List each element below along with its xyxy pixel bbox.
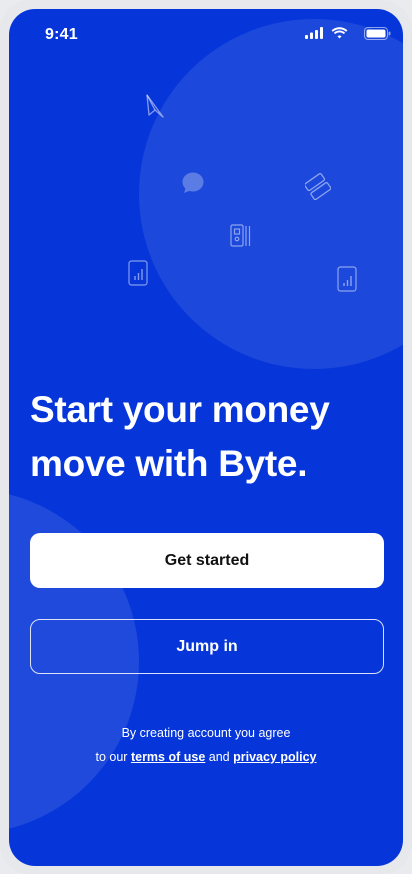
decorative-circle-top [139,19,403,369]
legal-line-1: By creating account you agree [121,726,291,740]
get-started-button[interactable]: Get started [30,533,384,588]
device-frame: 9:41 Start your money move with Byte. Ge… [0,0,412,874]
phone-chart-icon [128,260,148,286]
legal-notice: By creating account you agree to our ter… [9,721,403,769]
legal-and: and [208,750,230,764]
legal-line-2: to our terms of use and privacy policy [9,745,403,769]
onboarding-screen: 9:41 Start your money move with Byte. Ge… [9,9,403,866]
jump-in-button[interactable]: Jump in [30,619,384,674]
wifi-icon [331,27,348,39]
legal-prefix: to our [95,750,128,764]
receipt-icon [230,224,251,247]
send-icon [146,94,164,118]
privacy-policy-link[interactable]: privacy policy [233,750,316,764]
headline: Start your money move with Byte. [30,389,330,484]
phone-chart-icon [337,266,357,292]
status-bar: 9:41 [9,9,403,59]
card-icon [305,173,331,201]
chat-bubble-icon [182,172,204,193]
status-time: 9:41 [45,26,78,43]
signal-icon [305,27,323,39]
battery-icon [364,27,391,40]
terms-of-use-link[interactable]: terms of use [131,750,205,764]
